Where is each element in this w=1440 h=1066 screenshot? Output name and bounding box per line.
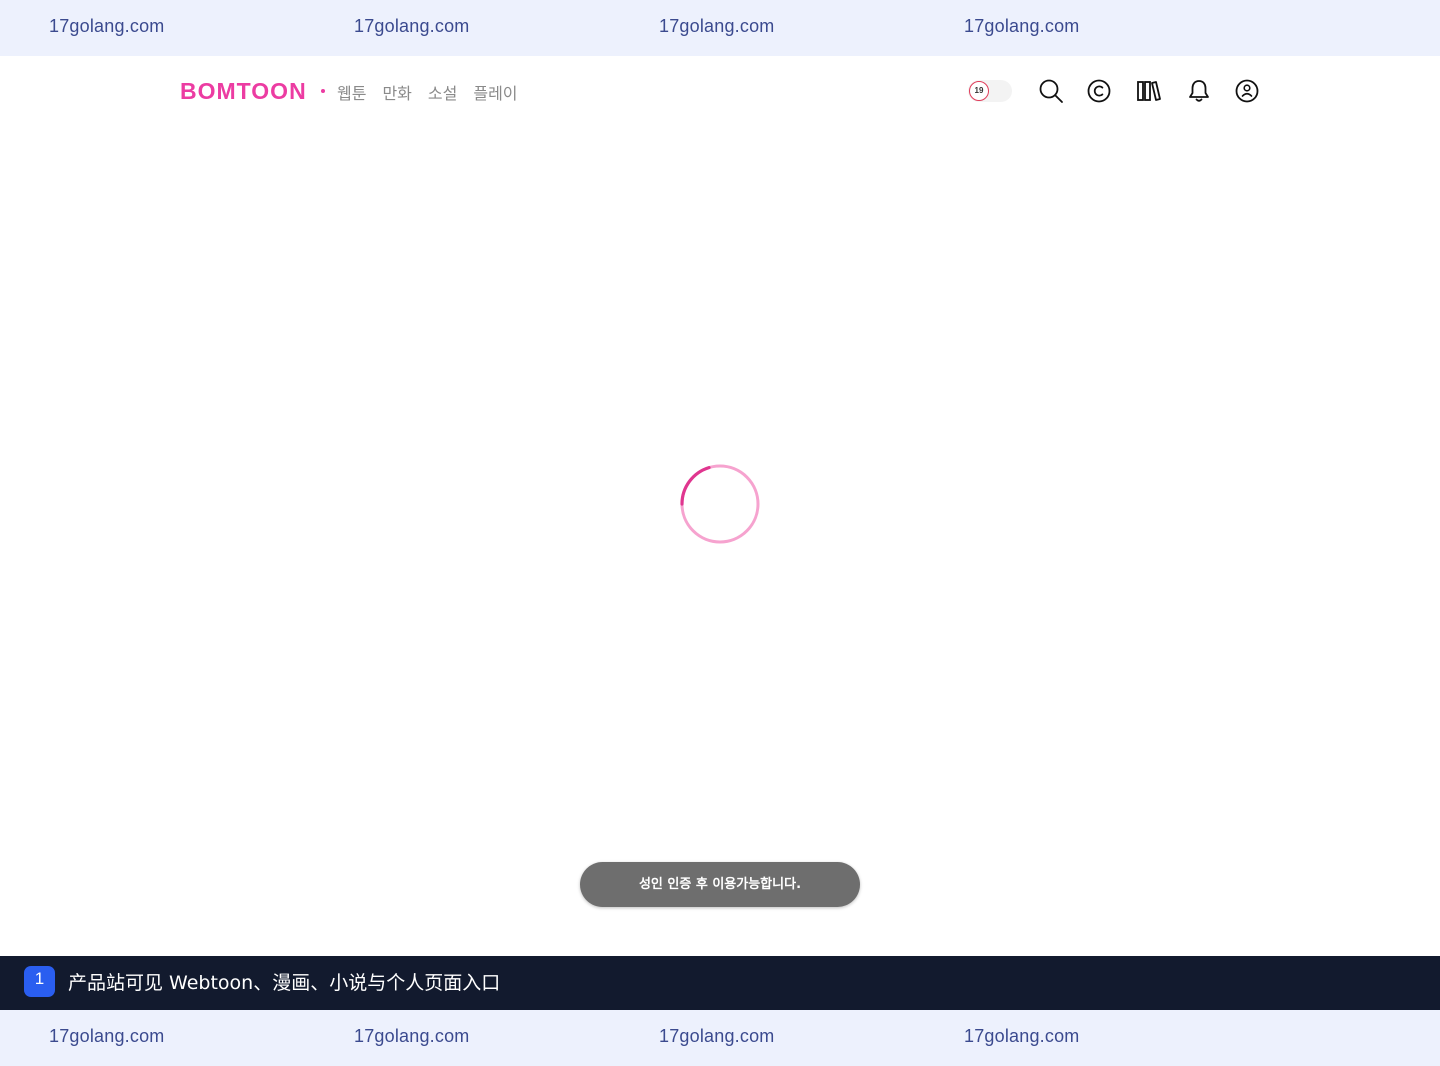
top-navigation: BOMTOON 웹툰 만화 소설 플레이 19	[0, 56, 1440, 126]
library-icon[interactable]	[1136, 78, 1162, 104]
caption-text: 产品站可见 Webtoon、漫画、小说与个人页面入口	[68, 972, 501, 994]
watermark-text: 17golang.com	[659, 16, 775, 36]
logo-dot	[321, 89, 325, 93]
bell-icon[interactable]	[1186, 78, 1212, 104]
adult-19-badge: 19	[969, 81, 989, 101]
watermark-band-bottom: 17golang.com 17golang.com 17golang.com 1…	[0, 1010, 1440, 1066]
watermark-text: 17golang.com	[49, 16, 165, 36]
search-icon[interactable]	[1038, 78, 1064, 104]
profile-icon[interactable]	[1234, 78, 1260, 104]
menu-item-play[interactable]: 플레이	[473, 80, 517, 104]
menu-item-novel[interactable]: 소설	[428, 80, 457, 104]
coin-icon[interactable]	[1086, 78, 1112, 104]
main-menu: 웹툰 만화 소설 플레이	[337, 80, 518, 104]
adult-verification-toast: 성인 인증 후 이용가능합니다.	[580, 862, 860, 907]
bomtoon-logo[interactable]: BOMTOON	[180, 78, 307, 105]
watermark-text: 17golang.com	[964, 16, 1080, 36]
watermark-text: 17golang.com	[964, 1026, 1080, 1046]
loading-spinner	[680, 464, 760, 544]
adult-content-toggle[interactable]: 19	[968, 80, 1012, 102]
watermark-text: 17golang.com	[354, 1026, 470, 1046]
watermark-text: 17golang.com	[354, 16, 470, 36]
menu-item-comics[interactable]: 만화	[382, 80, 411, 104]
caption-bar: 1 产品站可见 Webtoon、漫画、小说与个人页面入口	[0, 956, 1440, 1010]
watermark-text: 17golang.com	[49, 1026, 165, 1046]
step-number-badge: 1	[24, 966, 55, 997]
watermark-text: 17golang.com	[659, 1026, 775, 1046]
watermark-band-top: 17golang.com 17golang.com 17golang.com 1…	[0, 0, 1440, 56]
menu-item-webtoon[interactable]: 웹툰	[337, 80, 366, 104]
